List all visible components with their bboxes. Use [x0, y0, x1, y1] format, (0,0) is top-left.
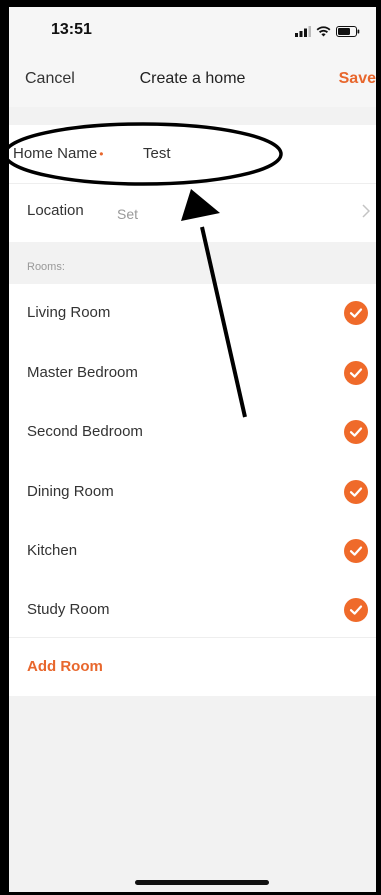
screen: 13:51 Cancel Create a home Save Home Nam…: [9, 7, 376, 892]
annotation-arrow-head: [181, 189, 220, 221]
phone-frame: 13:51 Cancel Create a home Save Home Nam…: [0, 0, 381, 895]
annotation-overlay: [9, 122, 283, 418]
annotation-arrow-shaft: [200, 226, 247, 418]
annotation-ellipse: [9, 122, 283, 186]
